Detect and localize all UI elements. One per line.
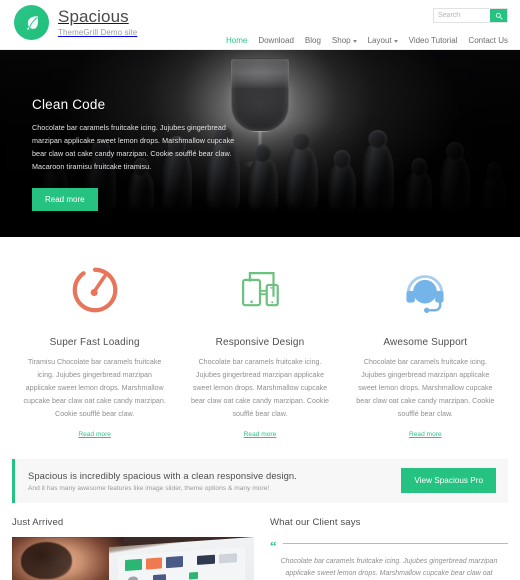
feature-title: Responsive Design (215, 337, 305, 348)
nav-label: Video Tutorial (408, 36, 458, 45)
cta-text-group: Spacious is incredibly spacious with a c… (28, 470, 297, 492)
thumbnail-laptop-screen (117, 546, 246, 580)
leaf-icon (14, 5, 49, 40)
nav-label: Contact Us (468, 36, 508, 45)
nav-label: Shop (331, 36, 351, 45)
nav-item-download[interactable]: Download (258, 36, 294, 45)
brand-text-group: Spacious ThemeGrill Demo site (58, 6, 138, 37)
search-input[interactable] (434, 9, 490, 22)
quote-icon: “ (270, 537, 277, 553)
hero-read-more-button[interactable]: Read more (32, 188, 98, 212)
feature-text: Tiramisu Chocolate bar caramels fruitcak… (23, 358, 166, 419)
search-button[interactable] (490, 9, 507, 22)
responsive-devices-icon (187, 259, 332, 321)
nav-label: Home (225, 36, 248, 45)
hero-title: Clean Code (32, 97, 106, 112)
nav-item-shop[interactable]: Shop (332, 36, 357, 45)
site-header: Spacious ThemeGrill Demo site Home Downl… (0, 0, 520, 50)
just-arrived-title: Just Arrived (12, 516, 64, 528)
site-description: ThemeGrill Demo site (58, 27, 138, 37)
site-branding[interactable]: Spacious ThemeGrill Demo site (14, 5, 137, 40)
features-section: Super Fast Loading Tiramisu Chocolate ba… (0, 237, 520, 449)
cta-subheading: And it has many awesome features like im… (28, 484, 270, 492)
chevron-down-icon (393, 40, 398, 43)
chevron-down-icon (352, 40, 357, 43)
hero-caption: Clean Code Chocolate bar caramels fruitc… (32, 97, 244, 212)
nav-item-contact-us[interactable]: Contact Us (468, 36, 508, 45)
testimonial-title: What our Client says (270, 516, 361, 528)
search-box (433, 8, 508, 23)
bottom-section: Just Arrived What our Client says “ Choc… (0, 503, 520, 580)
nav-label: Layout (367, 36, 392, 45)
testimonial-header-rule: “ (270, 537, 508, 553)
feature-text: Chocolate bar caramels fruitcake icing. … (356, 358, 495, 419)
divider (282, 542, 508, 544)
nav-label: Download (258, 36, 294, 45)
feature-text: Chocolate bar caramels fruitcake icing. … (190, 358, 330, 419)
feature-card-awesome-support: Awesome Support Chocolate bar caramels f… (343, 259, 508, 441)
cta-section: Spacious is incredibly spacious with a c… (0, 449, 520, 503)
feature-read-more-link[interactable]: Read more (409, 431, 442, 438)
view-spacious-pro-button[interactable]: View Spacious Pro (401, 468, 496, 494)
site-title: Spacious (58, 6, 129, 26)
nav-item-video-tutorial[interactable]: Video Tutorial (409, 36, 458, 45)
feature-card-super-fast-loading: Super Fast Loading Tiramisu Chocolate ba… (12, 259, 177, 441)
nav-item-blog[interactable]: Blog (305, 36, 321, 45)
headset-support-icon (353, 259, 498, 321)
nav-item-layout[interactable]: Layout (368, 36, 398, 45)
nav-label: Blog (304, 36, 321, 45)
cta-banner: Spacious is incredibly spacious with a c… (12, 458, 508, 503)
just-arrived-column: Just Arrived (12, 517, 254, 580)
page-root: Spacious ThemeGrill Demo site Home Downl… (0, 0, 520, 580)
testimonial-text: Chocolate bar caramels fruitcake icing. … (280, 557, 498, 578)
hero-slider: Clean Code Chocolate bar caramels fruitc… (0, 50, 520, 237)
search-icon (495, 8, 503, 23)
nav-item-home[interactable]: Home (226, 36, 247, 45)
thumbnail-person (12, 536, 124, 580)
feature-title: Awesome Support (383, 337, 468, 348)
feature-read-more-link[interactable]: Read more (244, 431, 277, 438)
feature-card-responsive-design: Responsive Design Chocolate bar caramels… (177, 259, 342, 441)
hero-description: Chocolate bar caramels fruitcake icing. … (32, 123, 235, 172)
feature-title: Super Fast Loading (49, 337, 140, 348)
testimonial-column: What our Client says “ Chocolate bar car… (270, 517, 508, 580)
feature-read-more-link[interactable]: Read more (78, 431, 111, 438)
just-arrived-thumbnail[interactable] (12, 536, 254, 580)
speedometer-icon (22, 259, 167, 321)
cta-heading: Spacious is incredibly spacious with a c… (28, 469, 297, 481)
thumbnail-laptop (108, 536, 254, 580)
primary-navigation: Home Download Blog Shop Layout Video Tut… (226, 36, 508, 45)
